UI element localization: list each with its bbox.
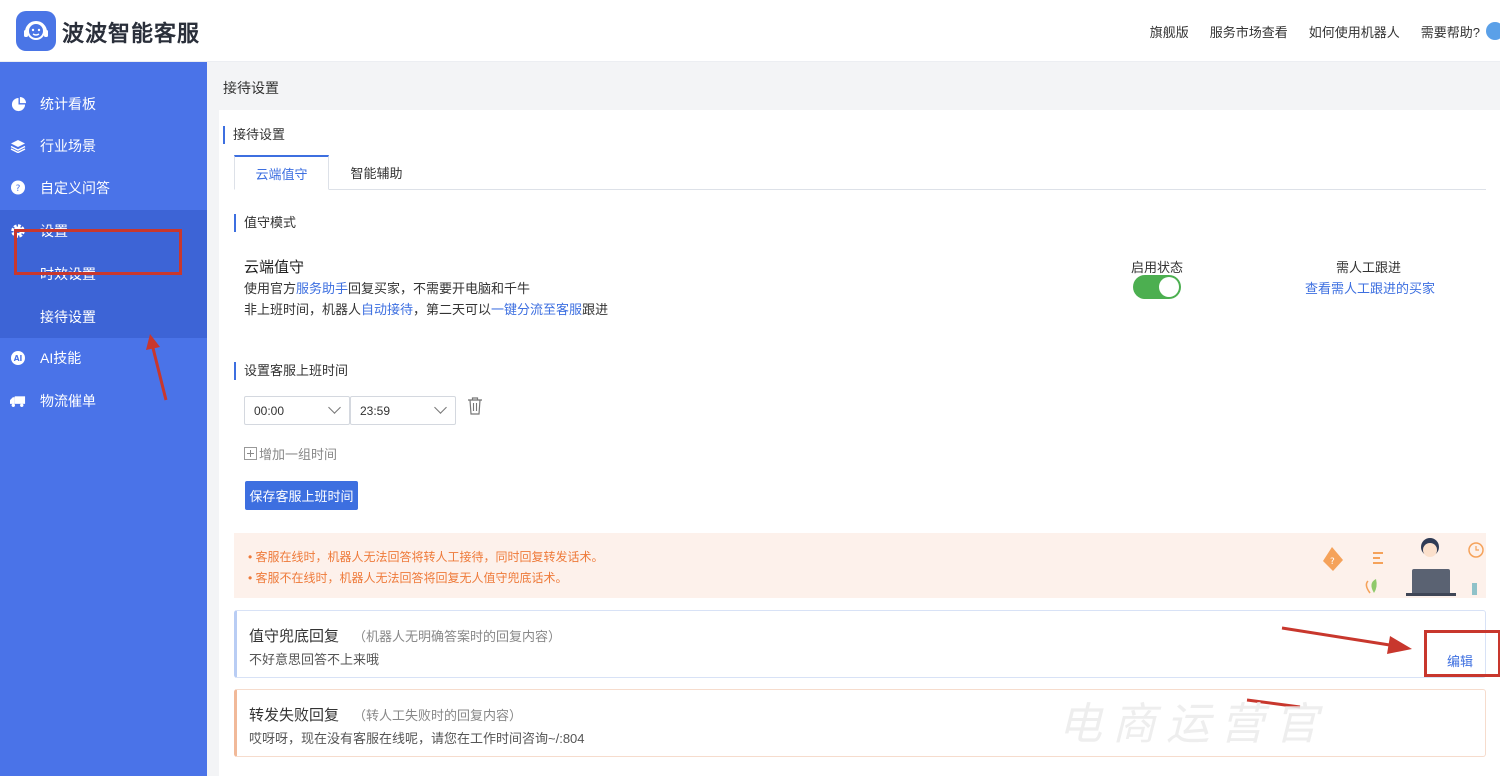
notice-line: • 客服不在线时，机器人无法回答将回复无人值守兜底话术。 <box>248 571 568 585</box>
question-icon: ? <box>10 180 26 196</box>
chevron-down-icon <box>328 401 341 414</box>
start-time-select[interactable]: 00:00 <box>244 396 350 425</box>
fallback-reply-title: 值守兜底回复 （机器人无明确答案时的回复内容） <box>249 625 561 646</box>
brand-name: 波波智能客服 <box>62 21 201 46</box>
split-to-agent-link[interactable]: 一键分流至客服 <box>491 302 582 317</box>
panel-section-title: 接待设置 <box>223 126 285 144</box>
text: 使用官方 <box>244 281 297 296</box>
help-drop-icon[interactable] <box>1486 22 1500 40</box>
trash-icon[interactable] <box>467 397 483 415</box>
fallback-reply-hint: （机器人无明确答案时的回复内容） <box>353 629 562 644</box>
sidebar-item-industry[interactable]: 行业场景 <box>0 125 207 167</box>
add-time-label: 增加一组时间 <box>259 447 338 462</box>
layers-icon <box>10 138 26 154</box>
fallback-reply-text: 不好意思回答不上来哦 <box>249 652 380 667</box>
text: 转发失败回复 <box>249 707 340 724</box>
tab-bar: 云端值守 智能辅助 <box>234 155 1486 190</box>
annotation-arrow-sidebar <box>146 334 168 401</box>
start-time-value: 00:00 <box>254 403 285 418</box>
worktime-title: 设置客服上班时间 <box>234 362 348 380</box>
main-content: 接待设置 接待设置 云端值守 智能辅助 值守模式 云端值守 使用官方服务助手回复… <box>207 62 1500 776</box>
notice-line: • 客服在线时，机器人无法回答将转人工接待，同时回复转发话术。 <box>248 550 604 564</box>
transfer-fail-title: 转发失败回复 （转人工失败时的回复内容） <box>249 704 522 725</box>
settings-panel: 接待设置 云端值守 智能辅助 值守模式 云端值守 使用官方服务助手回复买家，不需… <box>219 110 1500 776</box>
view-followup-link[interactable]: 查看需人工跟进的买家 <box>1305 278 1435 297</box>
topnav-market[interactable]: 服务市场查看 <box>1210 22 1288 41</box>
chevron-down-icon <box>434 401 447 414</box>
svg-text:AI: AI <box>14 354 23 363</box>
sidebar: 统计看板 行业场景 ? 自定义问答 设置 时效设置 接待设置 AI AI技能 物… <box>0 62 207 776</box>
sidebar-item-label: 物流催单 <box>40 393 96 409</box>
topnav-flagship[interactable]: 旗舰版 <box>1150 22 1189 41</box>
service-assistant-link[interactable]: 服务助手 <box>296 281 348 296</box>
text: 回复买家，不需要开电脑和千牛 <box>348 281 531 296</box>
customer-service-illustration-icon: ? <box>1323 538 1484 596</box>
followup-label: 需人工跟进 <box>1336 260 1402 275</box>
sidebar-item-label: 自定义问答 <box>40 180 110 196</box>
sidebar-item-label: AI技能 <box>40 350 82 366</box>
annotation-box-reception <box>14 229 182 275</box>
annotation-arrow-edit <box>1281 626 1412 654</box>
sidebar-item-label: 统计看板 <box>40 96 96 112</box>
pie-chart-icon <box>10 96 26 112</box>
watermark: 电商运营官 <box>1058 699 1328 750</box>
annotation-box-edit <box>1424 630 1500 677</box>
text: 跟进 <box>582 302 609 317</box>
transfer-fail-text: 哎呀呀，现在没有客服在线呢，请您在工作时间咨询~/:804 <box>249 731 585 746</box>
svg-text:?: ? <box>1330 557 1335 567</box>
cloud-guard-title: 云端值守 <box>244 259 305 276</box>
tab-smart-assist[interactable]: 智能辅助 <box>334 155 419 190</box>
headset-logo-icon <box>16 11 56 51</box>
enable-status-label: 启用状态 <box>1131 260 1184 275</box>
mode-description-2: 非上班时间，机器人自动接待，第二天可以一键分流至客服跟进 <box>244 299 608 318</box>
enable-toggle[interactable] <box>1133 275 1181 299</box>
end-time-value: 23:59 <box>360 403 391 418</box>
notice-banner: • 客服在线时，机器人无法回答将转人工接待，同时回复转发话术。 • 客服不在线时… <box>234 533 1486 598</box>
text: 非上班时间，机器人 <box>244 302 362 317</box>
save-worktime-button[interactable]: 保存客服上班时间 <box>245 481 358 510</box>
plus-box-icon <box>244 447 257 460</box>
sidebar-item-label: 行业场景 <box>40 138 96 154</box>
topnav-help[interactable]: 需要帮助? <box>1421 22 1480 41</box>
transfer-fail-hint: （转人工失败时的回复内容） <box>353 708 523 723</box>
sidebar-item-dashboard[interactable]: 统计看板 <box>0 83 207 125</box>
text: 值守兜底回复 <box>249 628 340 645</box>
mode-description-1: 使用官方服务助手回复买家，不需要开电脑和千牛 <box>244 278 530 297</box>
sidebar-item-custom-qa[interactable]: ? 自定义问答 <box>0 167 207 209</box>
top-bar: 波波智能客服 旗舰版 服务市场查看 如何使用机器人 需要帮助? <box>0 0 1500 62</box>
top-nav: 旗舰版 服务市场查看 如何使用机器人 需要帮助? <box>1150 0 1500 62</box>
text: ，第二天可以 <box>413 302 492 317</box>
page-title: 接待设置 <box>223 80 279 96</box>
truck-icon <box>10 393 26 409</box>
ai-icon: AI <box>10 350 26 366</box>
svg-text:?: ? <box>16 184 21 194</box>
tab-cloud-guard[interactable]: 云端值守 <box>234 155 329 190</box>
guard-mode-title: 值守模式 <box>234 214 296 232</box>
topnav-howto[interactable]: 如何使用机器人 <box>1309 22 1400 41</box>
add-time-button[interactable]: 增加一组时间 <box>244 444 337 463</box>
auto-reception-link[interactable]: 自动接待 <box>361 302 413 317</box>
end-time-select[interactable]: 23:59 <box>350 396 456 425</box>
